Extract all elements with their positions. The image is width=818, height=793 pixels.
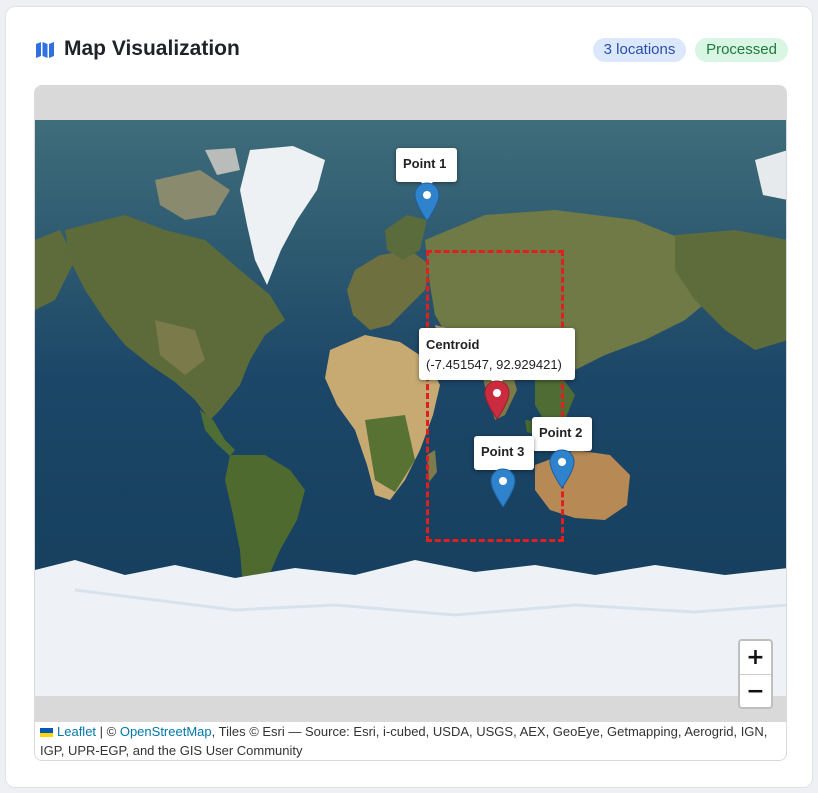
attribution-separator: | © bbox=[96, 724, 120, 739]
map-pin-icon bbox=[490, 468, 516, 508]
map-container[interactable]: Point 1 Point 2 Point 3 Centroid (-7.451… bbox=[34, 85, 787, 761]
map-pin-icon bbox=[484, 380, 510, 420]
zoom-out-button[interactable]: − bbox=[740, 675, 771, 708]
marker-centroid[interactable] bbox=[484, 380, 510, 420]
page-title: Map Visualization bbox=[64, 37, 240, 60]
marker-point-2[interactable] bbox=[549, 449, 575, 489]
leaflet-link[interactable]: Leaflet bbox=[57, 724, 96, 739]
map-icon bbox=[36, 42, 54, 58]
marker-point-3[interactable] bbox=[490, 468, 516, 508]
map-card: Map Visualization 3 locations Processed bbox=[5, 6, 813, 788]
locations-count-badge: 3 locations bbox=[593, 38, 686, 62]
map-pin-icon bbox=[549, 449, 575, 489]
map-tiles[interactable]: Point 1 Point 2 Point 3 Centroid (-7.451… bbox=[35, 120, 786, 696]
marker-point-1[interactable] bbox=[414, 182, 440, 222]
marker-tooltip-point-2: Point 2 bbox=[532, 417, 592, 457]
tooltip-label: Point 1 bbox=[403, 156, 447, 171]
tooltip-label: Point 2 bbox=[539, 425, 583, 440]
zoom-control: + − bbox=[738, 639, 773, 709]
ukraine-flag-icon bbox=[40, 728, 53, 738]
centroid-label: Centroid bbox=[426, 337, 480, 352]
openstreetmap-link[interactable]: OpenStreetMap bbox=[120, 724, 212, 739]
marker-tooltip-point-3: Point 3 bbox=[474, 436, 534, 476]
zoom-in-button[interactable]: + bbox=[740, 641, 771, 675]
map-attribution: Leaflet | © OpenStreetMap, Tiles © Esri … bbox=[35, 722, 786, 760]
status-badge: Processed bbox=[695, 38, 788, 62]
centroid-coordinates: (-7.451547, 92.929421) bbox=[426, 357, 562, 372]
map-pin-icon bbox=[414, 182, 440, 222]
map-tile-gap-bottom bbox=[35, 696, 786, 722]
tooltip-label: Point 3 bbox=[481, 444, 525, 459]
map-tile-gap-top bbox=[35, 86, 786, 120]
marker-tooltip-point-1: Point 1 bbox=[396, 148, 457, 188]
card-header: Map Visualization 3 locations Processed bbox=[6, 7, 814, 91]
satellite-basemap bbox=[35, 120, 786, 696]
centroid-tooltip: Centroid (-7.451547, 92.929421) bbox=[419, 328, 575, 386]
